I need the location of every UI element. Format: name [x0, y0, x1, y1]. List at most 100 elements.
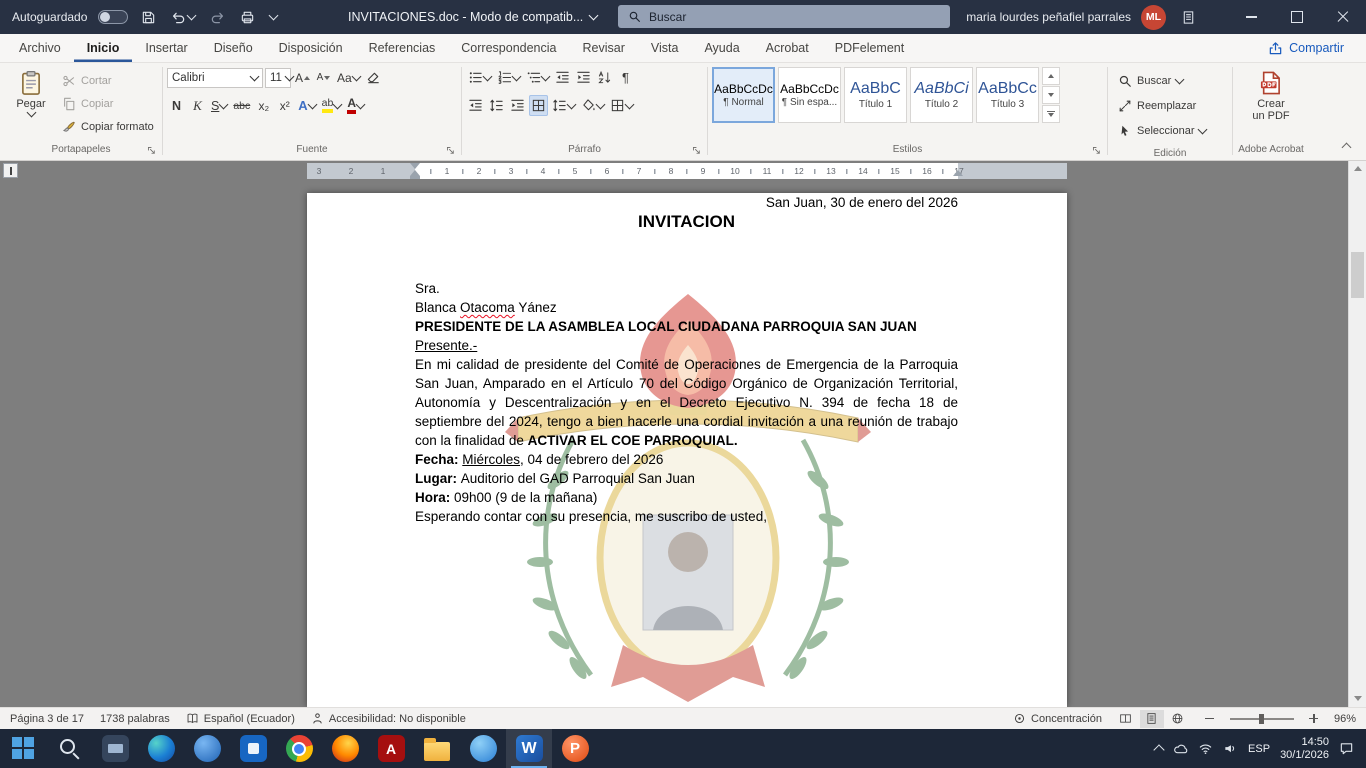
shading-button[interactable]	[579, 95, 606, 116]
Título 1[interactable]: AaBbC Título 1	[844, 67, 907, 123]
page-indicator[interactable]: Página 3 de 17	[10, 713, 84, 725]
document-title-menu[interactable]: INVITACIONES.doc - Modo de compatib...	[348, 0, 597, 34]
chrome-browser-button[interactable]	[276, 729, 322, 768]
ribbon-tab[interactable]: Vista	[638, 34, 692, 62]
shrink-font-button[interactable]: A	[314, 67, 333, 88]
redo-button[interactable]	[208, 8, 227, 27]
multilevel-list-button[interactable]	[524, 67, 551, 88]
task-view-button[interactable]	[92, 729, 138, 768]
¶ Sin espa...[interactable]: AaBbCcDc ¶ Sin espa...	[778, 67, 841, 123]
search-box[interactable]: Buscar	[618, 5, 950, 28]
start-button[interactable]	[0, 729, 46, 768]
ribbon-tab[interactable]: Ayuda	[691, 34, 752, 62]
account-area[interactable]: maria lourdes peñafiel parrales ML	[966, 0, 1166, 34]
decrease-indent-button[interactable]	[553, 67, 572, 88]
styles-scroll-down-button[interactable]	[1042, 86, 1060, 104]
scrollbar-thumb[interactable]	[1351, 252, 1364, 298]
collapse-ribbon-button[interactable]	[1334, 137, 1358, 155]
paragraph-dialog-launcher[interactable]	[691, 144, 704, 157]
find-button[interactable]: Buscar	[1114, 70, 1210, 91]
zoom-slider-thumb[interactable]	[1259, 714, 1264, 724]
acrobat-button[interactable]: A	[368, 729, 414, 768]
justify-button[interactable]	[529, 95, 548, 116]
undo-button[interactable]	[169, 8, 197, 27]
align-left-button[interactable]	[466, 95, 485, 116]
line-spacing-button[interactable]	[550, 95, 577, 116]
strikethrough-button[interactable]: abc	[231, 95, 252, 116]
web-layout-button[interactable]	[1166, 710, 1190, 728]
action-center-button[interactable]	[1339, 741, 1354, 756]
network-tray-button[interactable]	[1198, 741, 1213, 756]
ribbon-tab[interactable]: Revisar	[569, 34, 637, 62]
styles-dialog-launcher[interactable]	[1091, 144, 1104, 157]
clock-tray-button[interactable]: 14:5030/1/2026	[1280, 736, 1329, 762]
zoom-level[interactable]: 96%	[1334, 713, 1356, 725]
sort-button[interactable]	[595, 67, 614, 88]
font-family-select[interactable]: Calibri	[167, 68, 263, 88]
grow-font-button[interactable]: A	[293, 67, 312, 88]
Título 3[interactable]: AaBbCc Título 3	[976, 67, 1039, 123]
file-explorer-button[interactable]	[414, 729, 460, 768]
ribbon-tab[interactable]: Disposición	[266, 34, 356, 62]
zoom-in-button[interactable]	[1306, 711, 1322, 727]
replace-button[interactable]: Reemplazar	[1114, 95, 1210, 116]
language-tray-button[interactable]: ESP	[1248, 743, 1270, 755]
tray-expand-button[interactable]	[1155, 743, 1163, 754]
maximize-button[interactable]	[1274, 0, 1320, 34]
clipboard-dialog-launcher[interactable]	[146, 144, 159, 157]
clear-formatting-button[interactable]	[364, 67, 383, 88]
right-indent-marker[interactable]	[953, 170, 963, 176]
ribbon-tab[interactable]: Diseño	[201, 34, 266, 62]
left-indent-marker[interactable]	[410, 176, 420, 179]
horizontal-ruler[interactable]: 321 1234567891011121314151617	[307, 163, 1067, 179]
focus-mode-button[interactable]: Concentración	[1013, 712, 1102, 725]
underline-button[interactable]: S	[209, 95, 229, 116]
scroll-down-button[interactable]	[1349, 691, 1366, 706]
document-page[interactable]: San Juan, 30 de enero del 2026 INVITACIO…	[307, 193, 1067, 707]
change-case-button[interactable]: Aa	[335, 67, 362, 88]
search-button[interactable]	[46, 729, 92, 768]
create-pdf-button[interactable]: Crearun PDF	[1244, 65, 1298, 142]
ribbon-display-options-button[interactable]	[1170, 0, 1206, 34]
styles-more-button[interactable]	[1042, 105, 1060, 123]
minimize-button[interactable]	[1228, 0, 1274, 34]
ribbon-tab[interactable]: Correspondencia	[448, 34, 569, 62]
ribbon-tab[interactable]: Insertar	[132, 34, 200, 62]
tab-stop-selector[interactable]	[3, 163, 18, 178]
document-content[interactable]: San Juan, 30 de enero del 2026 INVITACIO…	[307, 193, 1067, 526]
ribbon-tab[interactable]: Referencias	[356, 34, 449, 62]
zoom-slider[interactable]	[1230, 718, 1294, 720]
print-layout-button[interactable]	[1140, 710, 1164, 728]
autosave-toggle[interactable]	[98, 10, 128, 24]
share-button[interactable]: Compartir	[1262, 34, 1350, 62]
ribbon-tab[interactable]: Archivo	[6, 34, 74, 62]
quick-print-button[interactable]	[238, 8, 257, 27]
bullets-button[interactable]	[466, 67, 493, 88]
customize-toolbar-button[interactable]	[268, 13, 279, 21]
align-right-button[interactable]	[508, 95, 527, 116]
save-button[interactable]	[139, 8, 158, 27]
paste-button[interactable]: Pegar	[4, 65, 58, 142]
font-dialog-launcher[interactable]	[445, 144, 458, 157]
select-button[interactable]: Seleccionar	[1114, 120, 1210, 141]
cut-button[interactable]: Cortar	[58, 70, 158, 91]
onedrive-tray-button[interactable]	[1173, 741, 1188, 756]
ribbon-tab[interactable]: Acrobat	[753, 34, 822, 62]
scroll-up-button[interactable]	[1349, 161, 1366, 176]
firefox-browser-button[interactable]	[322, 729, 368, 768]
bold-button[interactable]: N	[167, 95, 186, 116]
avatar[interactable]: ML	[1141, 5, 1166, 30]
show-paragraph-marks-button[interactable]: ¶	[616, 67, 635, 88]
borders-button[interactable]	[608, 95, 635, 116]
subscript-button[interactable]: x₂	[254, 95, 273, 116]
pdf-app-button[interactable]: P	[552, 729, 598, 768]
increase-indent-button[interactable]	[574, 67, 593, 88]
vertical-scrollbar[interactable]	[1348, 160, 1366, 707]
format-painter-button[interactable]: Copiar formato	[58, 116, 158, 137]
copy-button[interactable]: Copiar	[58, 93, 158, 114]
app-blue-round-2-button[interactable]	[460, 729, 506, 768]
accessibility-checker[interactable]: Accesibilidad: No disponible	[311, 712, 466, 725]
first-line-indent-marker[interactable]	[410, 163, 420, 169]
ribbon-tab[interactable]: PDFelement	[822, 34, 917, 62]
app-blue-square-button[interactable]	[230, 729, 276, 768]
